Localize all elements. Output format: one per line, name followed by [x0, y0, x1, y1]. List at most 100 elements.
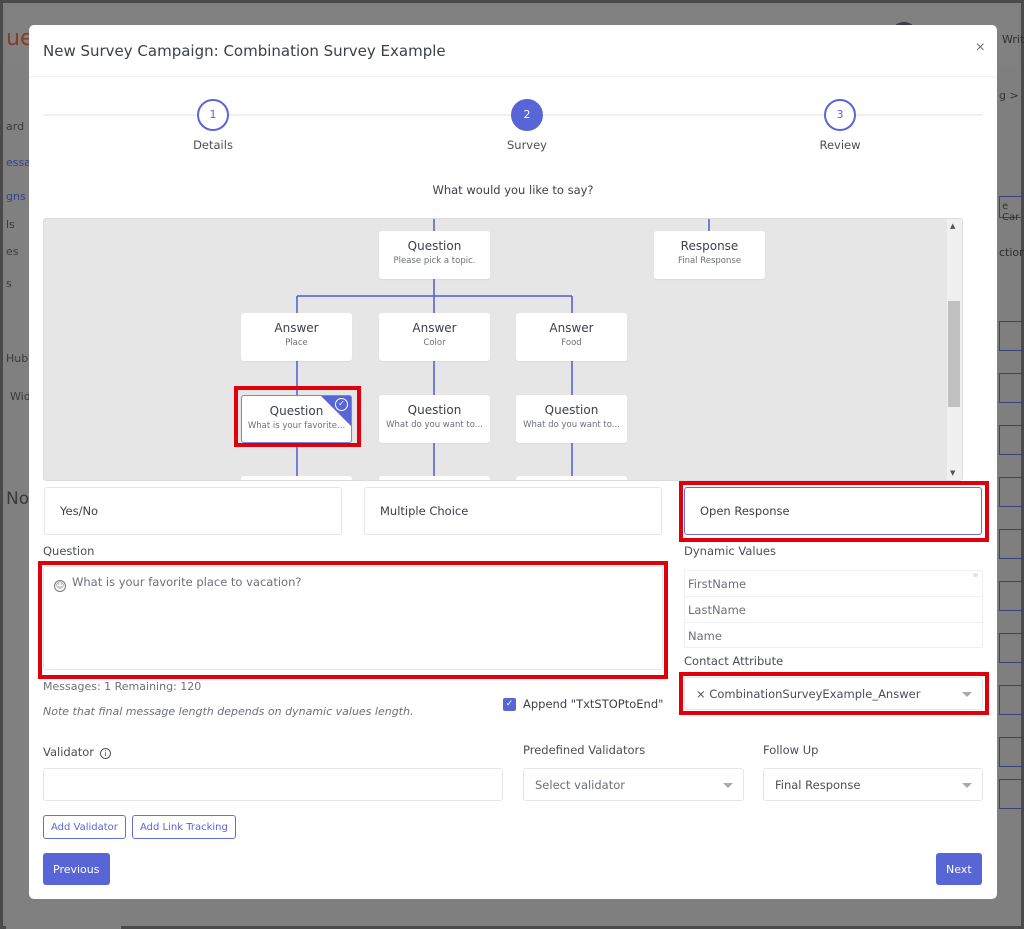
dynamic-values-label: Dynamic Values	[684, 544, 776, 558]
background-row-action	[999, 685, 1024, 715]
type-yes-no-button[interactable]: Yes/No	[44, 487, 342, 535]
tree-node-answer-place[interactable]: Answer Place	[241, 313, 352, 361]
tree-node-answer-color[interactable]: Answer Color	[379, 313, 490, 361]
background-row-action	[999, 737, 1024, 767]
write-fragment: Write	[1002, 33, 1024, 46]
step-details[interactable]: 1 Details	[153, 99, 273, 152]
node-title: Question	[407, 403, 462, 417]
sidebar-item: gns	[6, 190, 26, 203]
type-multiple-choice-button[interactable]: Multiple Choice	[364, 487, 662, 535]
append-label: Append "TxtSTOPtoEnd"	[523, 697, 664, 711]
background-row-action	[999, 779, 1024, 809]
contact-attribute-label: Contact Attribute	[684, 654, 784, 668]
chevron-down-icon	[962, 783, 972, 788]
step-number: 1	[197, 99, 229, 131]
chevron-down-icon	[962, 692, 972, 697]
tree-node-answer-food[interactable]: Answer Food	[516, 313, 627, 361]
dynamic-values-list[interactable]: FirstName LastName Name	[684, 570, 983, 648]
background-row-action	[999, 477, 1024, 507]
chevron-down-icon	[723, 783, 733, 788]
tree-connectors	[296, 219, 710, 480]
tree-node-response[interactable]: Response Final Response	[654, 231, 765, 279]
step-number: 3	[824, 99, 856, 131]
validator-label-text: Validator	[43, 745, 95, 759]
step-label: Review	[819, 138, 861, 152]
scrollbar-thumb[interactable]	[948, 301, 960, 407]
next-button[interactable]: Next	[936, 853, 982, 885]
tree-node-partial[interactable]	[241, 476, 352, 480]
tree-node-question-food[interactable]: Question What do you want to...	[516, 395, 627, 443]
predefined-validators-label: Predefined Validators	[523, 743, 646, 757]
background-breadcrumb: g >	[999, 89, 1019, 102]
dynamic-value-item[interactable]: LastName	[685, 597, 982, 623]
scroll-up-arrow-icon[interactable]: ▲	[950, 222, 955, 230]
tree-node-partial[interactable]	[379, 476, 490, 480]
background-column-header: ction	[999, 246, 1024, 259]
background-row-action	[999, 425, 1024, 455]
validator-label: Validator i	[43, 745, 112, 759]
node-title: Answer	[412, 321, 457, 335]
stepper: 1 Details 2 Survey 3 Review	[43, 97, 983, 157]
append-stop-checkbox[interactable]: ✓ Append "TxtSTOPtoEnd"	[503, 697, 663, 711]
sidebar-item: Hub	[6, 352, 29, 365]
survey-prompt: What would you like to say?	[432, 183, 594, 197]
background-button: e Car	[999, 196, 1024, 223]
step-review[interactable]: 3 Review	[780, 99, 900, 152]
tree-node-question-root[interactable]: Question Please pick a topic.	[379, 231, 490, 279]
survey-campaign-modal: New Survey Campaign: Combination Survey …	[29, 25, 997, 899]
add-validator-button[interactable]: Add Validator	[43, 815, 126, 839]
background-row-action	[999, 373, 1024, 403]
question-label: Question	[43, 544, 95, 558]
contact-attribute-select[interactable]: × CombinationSurveyExample_Answer	[684, 677, 983, 710]
node-subtitle: Place	[285, 338, 308, 348]
node-subtitle: Please pick a topic.	[393, 256, 476, 266]
node-subtitle: Food	[561, 338, 582, 348]
survey-tree-canvas[interactable]: Question Please pick a topic. Response F…	[43, 218, 963, 481]
checkbox-checked-icon[interactable]: ✓	[503, 697, 516, 711]
node-title: Answer	[274, 321, 319, 335]
tree-node-question-place[interactable]: ✓ Question What is your favorite...	[241, 395, 352, 443]
contact-attribute-value[interactable]: × CombinationSurveyExample_Answer	[696, 687, 920, 701]
step-label: Details	[193, 138, 233, 152]
step-label: Survey	[506, 138, 547, 152]
tree-node-partial[interactable]	[516, 476, 627, 480]
dynamic-value-item[interactable]: FirstName	[685, 571, 982, 597]
check-circle-icon: ✓	[335, 398, 348, 411]
predefined-validators-select[interactable]: Select validator	[523, 768, 744, 801]
length-note: Note that final message length depends o…	[43, 705, 414, 718]
message-count: Messages: 1 Remaining: 120	[43, 680, 202, 693]
previous-button[interactable]: Previous	[43, 853, 110, 885]
background-row-action	[999, 529, 1024, 559]
question-text: What is your favorite place to vacation?	[72, 575, 302, 589]
modal-title: New Survey Campaign: Combination Survey …	[43, 42, 446, 60]
scroll-indicator	[973, 573, 978, 577]
background-row-action	[999, 633, 1024, 663]
dynamic-value-item[interactable]: Name	[685, 623, 982, 647]
sidebar-item: s	[6, 277, 12, 290]
step-survey[interactable]: 2 Survey	[467, 99, 587, 152]
question-textarea[interactable]: ☺ What is your favorite place to vacation…	[43, 566, 663, 670]
add-link-tracking-button[interactable]: Add Link Tracking	[132, 815, 236, 839]
sidebar-item: ls	[6, 218, 15, 231]
follow-up-label: Follow Up	[763, 743, 819, 757]
node-subtitle: Final Response	[677, 256, 742, 266]
modal-header: New Survey Campaign: Combination Survey …	[29, 25, 997, 77]
predefined-validators-placeholder: Select validator	[535, 778, 625, 792]
node-subtitle: Color	[423, 338, 446, 348]
emoji-icon[interactable]: ☺	[54, 580, 66, 592]
scroll-down-arrow-icon[interactable]: ▼	[950, 469, 955, 477]
node-title: Answer	[549, 321, 594, 335]
type-open-response-button[interactable]: Open Response	[684, 487, 982, 535]
follow-up-select[interactable]: Final Response	[763, 768, 983, 801]
tree-scrollbar[interactable]: ▲ ▼	[947, 219, 962, 480]
info-icon[interactable]: i	[100, 748, 112, 759]
sidebar-item: ard	[6, 120, 25, 133]
node-subtitle: What do you want to...	[523, 420, 620, 430]
validator-input[interactable]	[43, 768, 503, 801]
node-subtitle: What do you want to...	[386, 420, 483, 430]
background-row-action	[999, 581, 1024, 611]
tree-node-question-color[interactable]: Question What do you want to...	[379, 395, 490, 443]
node-title: Question	[407, 239, 462, 253]
node-title: Response	[680, 239, 739, 253]
close-icon[interactable]: ×	[976, 39, 985, 57]
